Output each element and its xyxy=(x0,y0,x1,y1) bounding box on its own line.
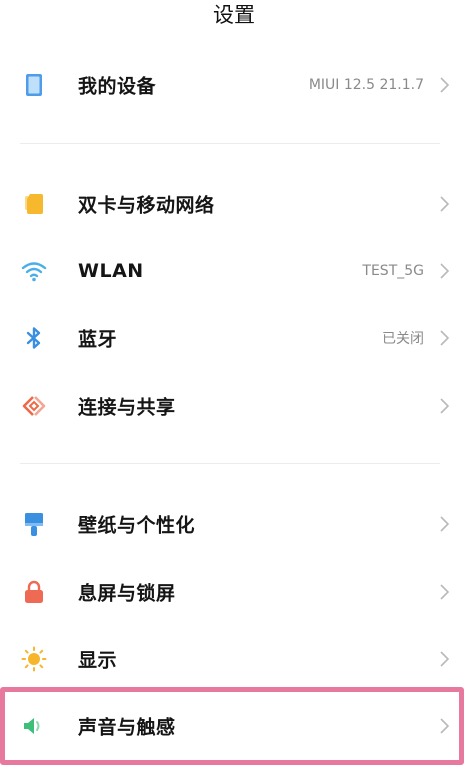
chevron-right-icon xyxy=(440,650,450,667)
settings-row-my-device[interactable]: 我的设备 MIUI 12.5 21.1.7 xyxy=(0,51,468,118)
settings-row-display[interactable]: 显示 xyxy=(0,625,468,692)
chevron-right-icon xyxy=(440,195,450,212)
settings-row-value: 已关闭 xyxy=(382,330,424,347)
device-icon xyxy=(20,71,48,99)
divider xyxy=(20,143,440,144)
settings-row-bluetooth[interactable]: 蓝牙 已关闭 xyxy=(0,304,468,371)
wifi-icon xyxy=(20,257,48,285)
settings-row-label: 双卡与移动网络 xyxy=(78,194,215,216)
settings-row-connection-sharing[interactable]: 连接与共享 xyxy=(0,372,468,439)
divider xyxy=(20,463,440,464)
sim-card-icon xyxy=(20,190,48,218)
settings-row-label: 显示 xyxy=(78,649,118,671)
bluetooth-icon xyxy=(20,324,48,352)
settings-row-sim-mobile-network[interactable]: 双卡与移动网络 xyxy=(0,170,468,237)
chevron-right-icon xyxy=(440,515,450,532)
chevron-right-icon xyxy=(440,397,450,414)
chevron-right-icon xyxy=(440,76,450,93)
settings-row-label: 连接与共享 xyxy=(78,396,176,418)
settings-row-label: 壁纸与个性化 xyxy=(78,514,196,536)
highlight-box xyxy=(0,687,464,765)
settings-row-label: 我的设备 xyxy=(78,75,157,97)
settings-row-wlan[interactable]: WLAN TEST_5G xyxy=(0,237,468,304)
settings-row-value: MIUI 12.5 21.1.7 xyxy=(308,76,424,93)
wallpaper-brush-icon xyxy=(20,510,48,538)
settings-row-wallpaper[interactable]: 壁纸与个性化 xyxy=(0,490,468,557)
page-title: 设置 xyxy=(213,3,255,27)
chevron-right-icon xyxy=(440,329,450,346)
settings-row-label: 蓝牙 xyxy=(78,328,118,350)
settings-row-label: 息屏与锁屏 xyxy=(78,582,176,604)
sun-display-icon xyxy=(20,645,48,673)
share-connection-icon xyxy=(20,392,48,420)
settings-row-lock-screen[interactable]: 息屏与锁屏 xyxy=(0,558,468,625)
lock-icon xyxy=(20,578,48,606)
settings-row-value: TEST_5G xyxy=(362,262,424,279)
settings-row-label: WLAN xyxy=(78,259,144,282)
chevron-right-icon xyxy=(440,583,450,600)
chevron-right-icon xyxy=(440,262,450,279)
